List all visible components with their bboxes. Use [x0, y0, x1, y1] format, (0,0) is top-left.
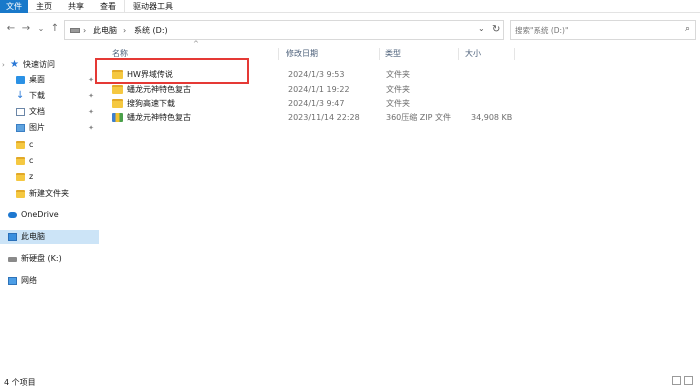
back-button[interactable]: ← [5, 23, 17, 35]
sidebar-item-desktop[interactable]: 桌面 ✦ [0, 73, 99, 87]
chevron-down-icon: › [2, 61, 5, 69]
sidebar-item-network[interactable]: 网络 [0, 274, 99, 288]
sidebar-item-pictures[interactable]: 图片 ✦ [0, 121, 99, 135]
column-header-modified[interactable]: 修改日期 [286, 46, 318, 62]
address-bar[interactable]: › 此电脑 › 系统 (D:) ⌄ ↻ [64, 20, 504, 40]
recent-locations-button[interactable]: ⌄ [35, 23, 47, 35]
large-icons-view-icon[interactable] [684, 376, 693, 385]
sidebar-item-label: 下载 [29, 91, 45, 100]
folder-icon [16, 141, 25, 149]
ribbon-tabs: 文件 主页 共享 查看 驱动器工具 [0, 0, 700, 13]
navigation-bar: ← → ⌄ ↑ › 此电脑 › 系统 (D:) ⌄ ↻ ⌕ [0, 18, 700, 42]
file-type: 文件夹 [386, 99, 410, 108]
column-divider[interactable] [514, 48, 515, 60]
chevron-right-icon: › [123, 26, 127, 35]
sidebar-item-new-folder[interactable]: 新建文件夹 [0, 187, 99, 201]
navigation-pane: › ★ 快速访问 桌面 ✦ ↓ 下载 ✦ 文档 ✦ 图片 ✦ c c z 新建文… [0, 46, 99, 372]
sidebar-item-onedrive[interactable]: OneDrive [0, 208, 99, 222]
breadcrumb-this-pc[interactable]: 此电脑 [93, 25, 117, 36]
folder-icon [112, 85, 123, 94]
sidebar-item-label: c [29, 140, 34, 149]
search-box[interactable]: ⌕ [510, 20, 696, 40]
tab-view[interactable]: 查看 [92, 0, 124, 13]
sidebar-item-label: 新硬盘 (K:) [21, 254, 62, 263]
file-type: 文件夹 [386, 85, 410, 94]
details-view-icon[interactable] [672, 376, 681, 385]
pin-icon: ✦ [88, 124, 94, 132]
cloud-icon [8, 212, 17, 218]
sidebar-item-downloads[interactable]: ↓ 下载 ✦ [0, 89, 99, 103]
sidebar-item-label: z [29, 172, 34, 181]
document-icon [16, 108, 25, 116]
file-row[interactable]: 蟠龙元神特色复古 2023/11/14 22:28 360压缩 ZIP 文件 3… [104, 110, 516, 125]
folder-icon [112, 99, 123, 108]
sidebar-item-label: 快速访问 [23, 60, 55, 69]
sidebar-item-label: 新建文件夹 [29, 189, 69, 198]
network-icon [8, 277, 17, 285]
sidebar-item-documents[interactable]: 文档 ✦ [0, 105, 99, 119]
column-header-type[interactable]: 类型 [385, 46, 401, 62]
highlight-box [95, 58, 249, 84]
pin-icon: ✦ [88, 76, 94, 84]
folder-icon [16, 173, 25, 181]
up-button[interactable]: ↑ [49, 23, 61, 35]
file-modified: 2024/1/3 9:53 [288, 70, 345, 79]
pin-icon: ✦ [88, 92, 94, 100]
chevron-right-icon: › [83, 26, 87, 35]
file-type: 文件夹 [386, 70, 410, 79]
sidebar-item-label: 此电脑 [21, 232, 45, 241]
sidebar-item-label: 桌面 [29, 75, 45, 84]
search-input[interactable] [515, 24, 675, 36]
folder-icon [16, 190, 25, 198]
column-divider[interactable] [278, 48, 279, 60]
file-row[interactable]: 蟠龙元神特色复古 2024/1/1 19:22 文件夹 [104, 82, 516, 97]
refresh-icon[interactable]: ↻ [492, 24, 500, 36]
breadcrumb-drive-d[interactable]: 系统 (D:) [134, 25, 168, 36]
status-item-count: 4 个项目 [4, 378, 36, 387]
desktop-icon [16, 76, 25, 84]
drive-icon [8, 257, 17, 262]
file-size: 34,908 KB [471, 113, 513, 122]
computer-icon [8, 233, 17, 241]
search-icon: ⌕ [684, 24, 690, 34]
sidebar-item-label: OneDrive [21, 210, 59, 219]
file-row[interactable]: 搜狗高速下载 2024/1/3 9:47 文件夹 [104, 96, 516, 111]
folder-icon [16, 157, 25, 165]
star-icon: ★ [10, 59, 19, 70]
column-divider[interactable] [458, 48, 459, 60]
file-modified: 2024/1/1 19:22 [288, 85, 350, 94]
chevron-down-icon[interactable]: ⌄ [478, 24, 485, 33]
view-toggle [672, 376, 694, 386]
picture-icon [16, 124, 25, 132]
pin-icon: ✦ [88, 108, 94, 116]
forward-button[interactable]: → [20, 23, 32, 35]
tab-home[interactable]: 主页 [28, 0, 60, 13]
drive-icon [70, 28, 80, 33]
zip-archive-icon [112, 113, 123, 122]
sidebar-item-folder-c[interactable]: c [0, 138, 99, 152]
sidebar-item-label: 网络 [21, 276, 37, 285]
file-type: 360压缩 ZIP 文件 [386, 113, 452, 122]
column-divider[interactable] [379, 48, 380, 60]
sidebar-item-label: c [29, 156, 34, 165]
sidebar-item-drive-k[interactable]: 新硬盘 (K:) [0, 252, 99, 266]
download-icon: ↓ [16, 90, 25, 101]
sidebar-item-folder-z[interactable]: z [0, 170, 99, 184]
sidebar-item-label: 文档 [29, 107, 45, 116]
file-name: 蟠龙元神特色复古 [127, 85, 191, 94]
file-modified: 2024/1/3 9:47 [288, 99, 345, 108]
sidebar-item-label: 图片 [29, 123, 45, 132]
file-name: 蟠龙元神特色复古 [127, 113, 191, 122]
file-modified: 2023/11/14 22:28 [288, 113, 360, 122]
file-name: 搜狗高速下载 [127, 99, 175, 108]
tab-drive-tools[interactable]: 驱动器工具 [124, 0, 181, 13]
sidebar-item-folder-c[interactable]: c [0, 154, 99, 168]
column-header-size[interactable]: 大小 [465, 46, 481, 62]
sidebar-item-this-pc[interactable]: 此电脑 [0, 230, 99, 244]
tab-share[interactable]: 共享 [60, 0, 92, 13]
tab-file[interactable]: 文件 [0, 0, 28, 13]
sidebar-item-quick-access[interactable]: › ★ 快速访问 [0, 58, 99, 72]
